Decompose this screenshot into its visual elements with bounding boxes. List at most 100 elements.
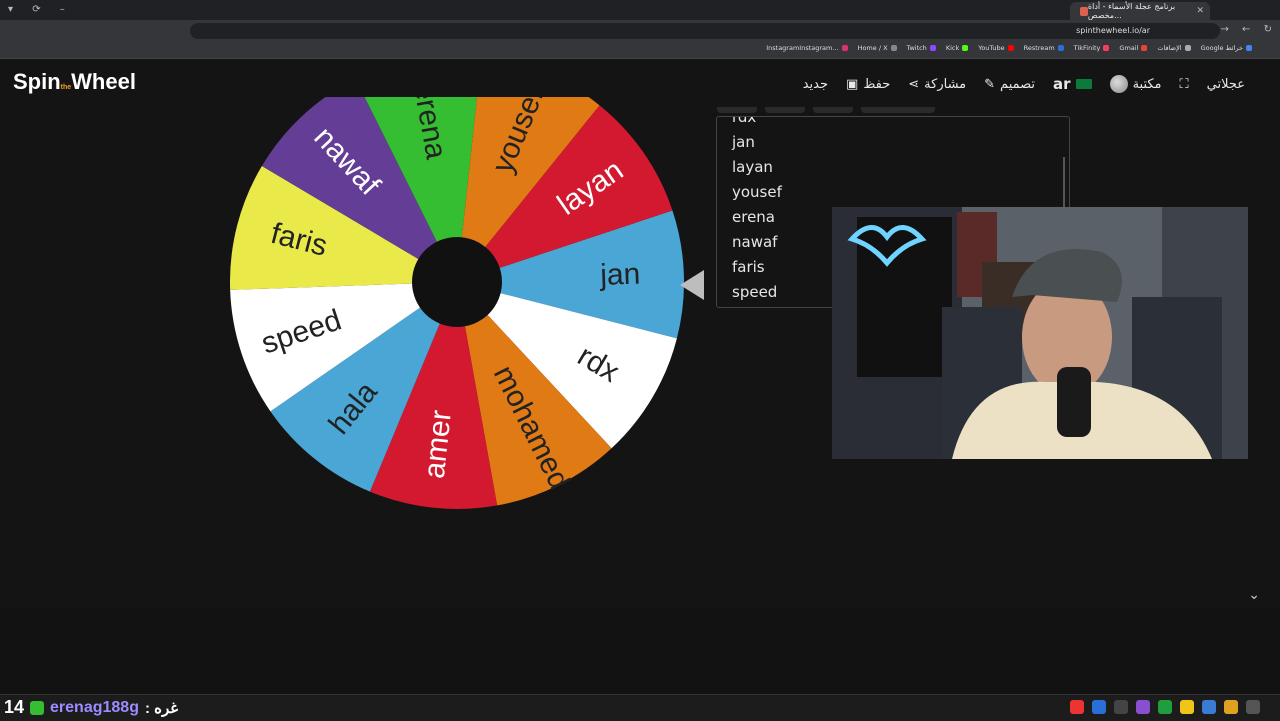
- bookmark-icon: [841, 45, 848, 51]
- bookmark-icon: [890, 45, 897, 51]
- pencil-icon: ✎: [984, 76, 996, 92]
- toolbar-button[interactable]: [765, 107, 805, 113]
- language-selector[interactable]: ar: [1053, 75, 1092, 93]
- search-icon[interactable]: [1246, 700, 1260, 714]
- bookmark-icon: [962, 45, 969, 51]
- taskbar-app-icon[interactable]: [1070, 700, 1084, 714]
- taskbar-app-icon[interactable]: [1158, 700, 1172, 714]
- globe-icon: [1109, 75, 1128, 93]
- spin-wheel[interactable]: janrdxmohamedamerhalaspeedfarisnawaf eren…: [230, 97, 690, 557]
- bookmark-icon: [1184, 45, 1191, 51]
- share-icon: ⋖: [908, 76, 920, 92]
- bookmark-label: TikFinity: [1073, 44, 1101, 52]
- taskbar-app-icon[interactable]: [1224, 700, 1238, 714]
- toolbar-button[interactable]: [717, 107, 757, 113]
- bookmark-label: Restream: [1023, 44, 1055, 52]
- refresh-icon[interactable]: ↻: [1264, 24, 1272, 35]
- back-icon[interactable]: →: [1220, 24, 1228, 35]
- nav-buttons: → ← ↻: [1210, 24, 1272, 35]
- taskbar-app-icon[interactable]: [1202, 700, 1216, 714]
- bookmark-item[interactable]: YouTube: [978, 44, 1014, 52]
- scrollbar[interactable]: [1063, 157, 1065, 207]
- lower-area: [0, 609, 1280, 694]
- url-field[interactable]: spinthewheel.io/ar: [190, 23, 1220, 39]
- minimize-icon[interactable]: –: [60, 4, 65, 15]
- bookmark-label: Gmail: [1119, 44, 1139, 52]
- my-wheel-button[interactable]: عجلاتي: [1207, 77, 1245, 92]
- chat-username: erenag188g: [50, 698, 139, 716]
- save-icon: ▣: [846, 76, 859, 92]
- entry-line: yousef: [732, 183, 782, 201]
- toolbar-button[interactable]: [861, 107, 935, 113]
- bookmarks-bar: InstagramInstagram... Home / X Twitch Kick Y…: [0, 42, 1280, 59]
- tab-favicon-icon: [1080, 6, 1088, 16]
- chevron-down-icon[interactable]: ⌄: [1248, 587, 1260, 603]
- taskbar: 14 erenag188g : غره: [0, 694, 1280, 721]
- bookmark-item[interactable]: Home / X: [858, 44, 897, 52]
- entry-line: jan: [732, 133, 755, 151]
- bookmark-item[interactable]: Google خرائط: [1201, 44, 1252, 52]
- taskbar-app-icon[interactable]: [1114, 700, 1128, 714]
- bookmark-item[interactable]: Kick: [945, 44, 969, 52]
- tab-title: برنامج عجلة الأسماء - أداة مخصص...: [1087, 2, 1176, 20]
- fullscreen-icon: ⛶: [1179, 76, 1189, 92]
- bookmark-icon: [929, 45, 936, 51]
- entry-line: faris: [732, 258, 765, 276]
- webcam-overlay: [832, 207, 1248, 459]
- bookmark-label: Home / X: [857, 44, 888, 52]
- chat-badge-icon: [30, 700, 45, 715]
- bookmark-label: YouTube: [978, 44, 1005, 52]
- design-button[interactable]: ✎ تصميم: [984, 77, 1035, 92]
- bookmark-list: InstagramInstagram... Home / X Twitch Kick Y…: [766, 44, 1252, 52]
- entry-line: nawaf: [732, 233, 778, 251]
- share-button[interactable]: ⋖ مشاركة: [908, 77, 966, 92]
- taskbar-app-icon[interactable]: [1180, 700, 1194, 714]
- new-button[interactable]: جديد: [803, 77, 828, 92]
- spinthewheel-logo[interactable]: SpintheWheel: [13, 69, 136, 95]
- dropdown-icon[interactable]: ▾: [8, 4, 13, 15]
- address-bar-row: ◉ ▣ ◆ ▲ ● ☆ spinthewheel.io/ar → ← ↻: [0, 20, 1280, 55]
- wheel-pointer: [680, 270, 704, 300]
- entry-line: layan: [732, 158, 773, 176]
- entry-line: rdx: [732, 116, 757, 126]
- page-content: SpintheWheel جديد ▣ حفظ ⋖ مشاركة ✎ تصميم ar…: [0, 59, 1280, 609]
- viewer-count: 14: [4, 697, 25, 717]
- bookmark-icon: [1007, 45, 1014, 51]
- bookmark-label: InstagramInstagram...: [766, 44, 839, 52]
- taskbar-app-icon[interactable]: [1092, 700, 1106, 714]
- bookmark-item[interactable]: Gmail: [1119, 44, 1148, 52]
- bookmark-label: Google خرائط: [1200, 44, 1243, 52]
- save-button[interactable]: ▣ حفظ: [846, 77, 890, 92]
- active-tab[interactable]: برنامج عجلة الأسماء - أداة مخصص... ✕: [1070, 2, 1210, 20]
- bookmark-icon: [1141, 45, 1148, 51]
- browser-tab-bar: ▾ ⟳ – + برنامج عجلة الأسماء - أداة مخصص.…: [0, 0, 1280, 20]
- system-tray: [1070, 700, 1260, 714]
- bookmark-icon: [1103, 45, 1110, 51]
- entry-line: erena: [732, 208, 775, 226]
- bookmark-item[interactable]: الإضافات: [1157, 44, 1191, 52]
- flag-icon: [1075, 79, 1092, 89]
- entry-toolbar: [717, 98, 943, 117]
- bookmark-label: Kick: [945, 44, 960, 52]
- fullscreen-button[interactable]: ⛶: [1180, 77, 1189, 92]
- wheel-segment-label: jan: [599, 258, 641, 292]
- close-tab-icon[interactable]: ✕: [1196, 6, 1204, 16]
- bookmark-item[interactable]: InstagramInstagram...: [766, 44, 848, 52]
- chat-message: : غره: [144, 699, 179, 717]
- bookmark-icon: [1246, 45, 1252, 51]
- forward-icon[interactable]: ←: [1242, 24, 1250, 35]
- reload-icon[interactable]: ⟳: [32, 4, 40, 15]
- wheel-center-button[interactable]: [412, 237, 502, 327]
- bookmark-label: الإضافات: [1157, 44, 1182, 52]
- bookmark-icon: [1057, 45, 1064, 51]
- bookmark-item[interactable]: TikFinity: [1074, 44, 1110, 52]
- toolbar-button[interactable]: [813, 107, 853, 113]
- library-button[interactable]: مكتبة: [1109, 75, 1162, 93]
- taskbar-app-icon[interactable]: [1136, 700, 1150, 714]
- window-controls: ▾ ⟳ –: [8, 4, 81, 15]
- chat-overlay: 14 erenag188g : غره: [4, 697, 178, 718]
- bookmark-item[interactable]: Twitch: [907, 44, 936, 52]
- bookmark-item[interactable]: Restream: [1024, 44, 1064, 52]
- bookmark-label: Twitch: [906, 44, 927, 52]
- top-menu: جديد ▣ حفظ ⋖ مشاركة ✎ تصميم ar مكتبة ⛶ عجلا…: [803, 75, 1245, 93]
